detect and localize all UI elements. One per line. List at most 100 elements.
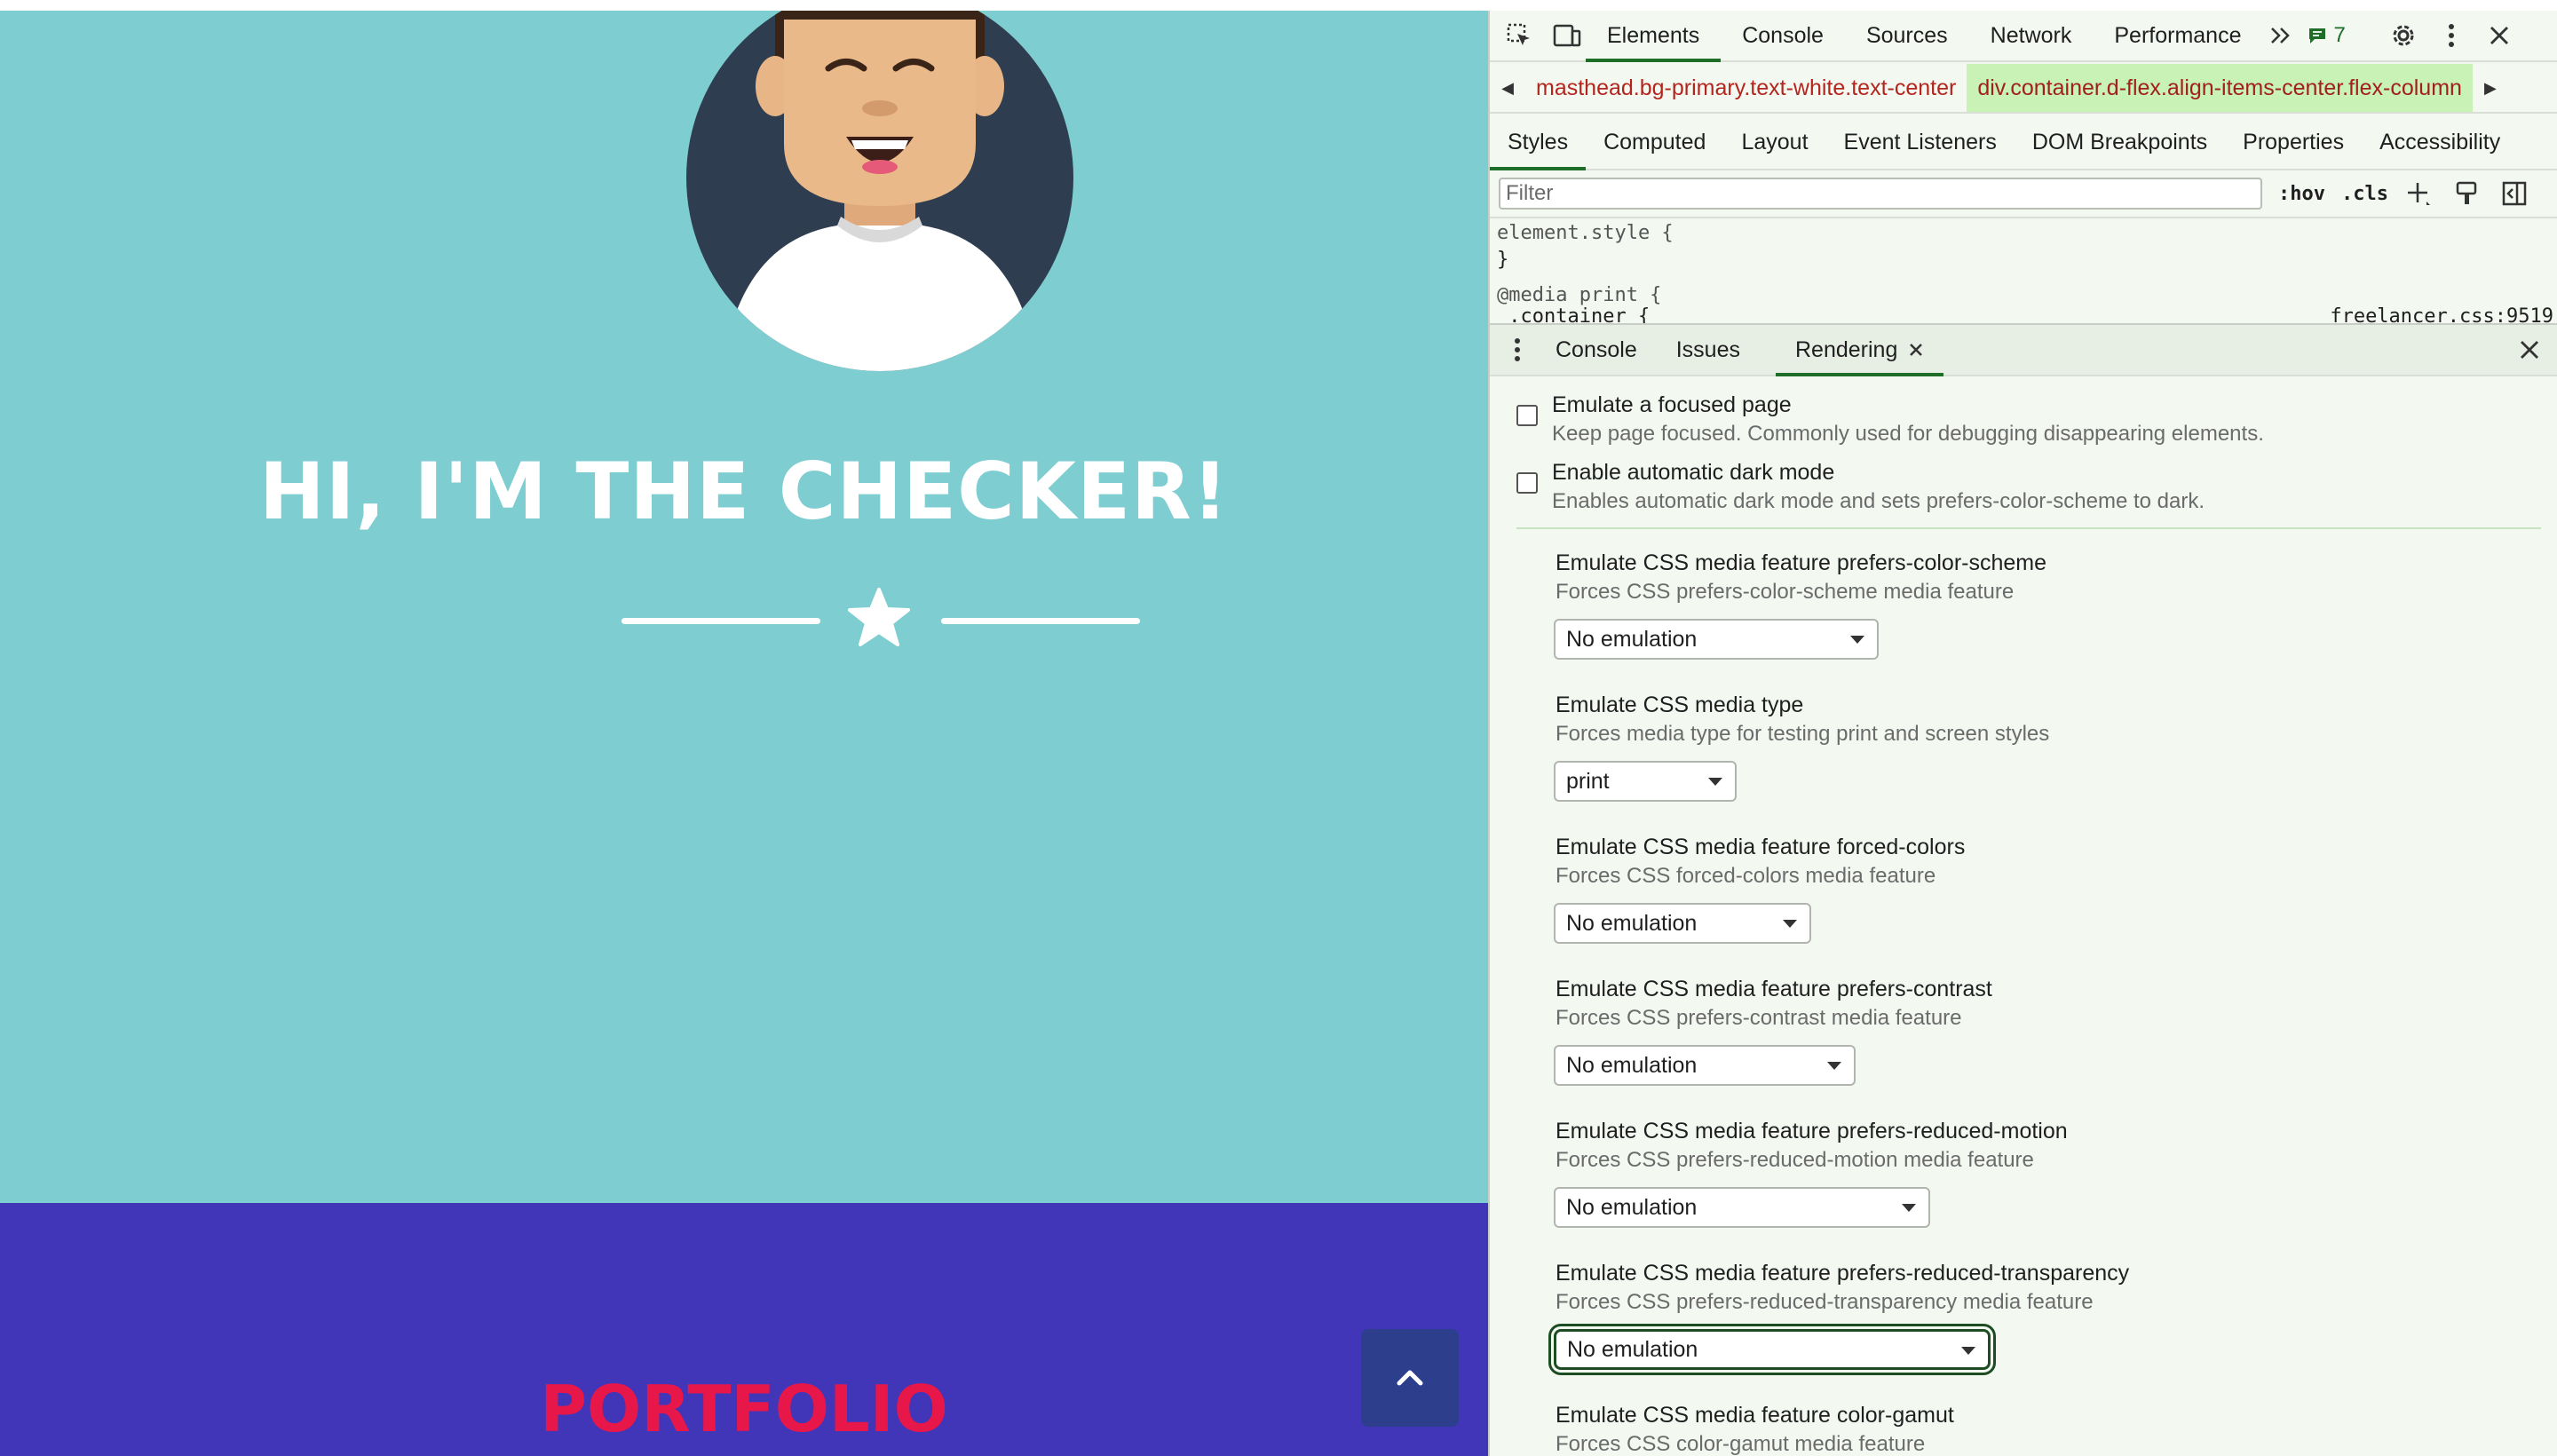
drawer-tab-rendering-label: Rendering [1795, 336, 1898, 362]
tab-performance[interactable]: Performance [2093, 11, 2262, 60]
emulation-color-scheme: Emulate CSS media feature prefers-color-… [1556, 550, 2046, 605]
option-description: Forces CSS prefers-reduced-transparency … [1556, 1290, 2094, 1314]
breadcrumb-scroll-right-icon[interactable]: ▶ [2473, 64, 2508, 112]
forced-colors-select[interactable]: No emulation [1554, 903, 1811, 944]
chevron-down-icon [1783, 920, 1797, 928]
emulation-forced-colors: Emulate CSS media feature forced-colors … [1556, 835, 1965, 889]
settings-gear-icon[interactable] [2385, 17, 2422, 54]
option-title: Emulate CSS media feature color-gamut [1556, 1403, 1954, 1428]
emulation-prefers-contrast: Emulate CSS media feature prefers-contra… [1556, 977, 1992, 1031]
breadcrumb-item-selected[interactable]: div.container.d-flex.align-items-center.… [1967, 64, 2473, 112]
elements-subtabs: Styles Computed Layout Event Listeners D… [1490, 115, 2557, 170]
styles-pane: element.style { } @media print { .contai… [1490, 217, 2557, 325]
tab-console[interactable]: Console [1721, 11, 1845, 60]
option-title: Enable automatic dark mode [1552, 460, 1835, 485]
inspect-element-icon[interactable] [1500, 17, 1538, 54]
drawer-menu-icon[interactable] [1499, 331, 1536, 368]
css-rule-line[interactable]: element.style { [1497, 222, 1674, 244]
avatar-illustration [686, 11, 1073, 371]
option-description: Forces CSS color-gamut media feature [1556, 1432, 1926, 1456]
more-tabs-icon[interactable] [2262, 17, 2300, 54]
drawer-tab-console[interactable]: Console [1536, 325, 1657, 375]
subtab-computed[interactable]: Computed [1586, 115, 1723, 169]
css-rule-line: } [1497, 249, 1509, 271]
reduced-transparency-select[interactable]: No emulation [1548, 1324, 1996, 1375]
cls-toggle[interactable]: .cls [2341, 183, 2388, 205]
color-scheme-select[interactable]: No emulation [1554, 619, 1879, 660]
hero-title: HI, I'M THE CHECKER! [259, 446, 1229, 537]
css-rule-line: @media print { [1497, 284, 1662, 306]
styles-filter-input[interactable]: Filter [1499, 178, 2262, 210]
option-description: Forces CSS prefers-reduced-motion media … [1556, 1148, 2034, 1172]
subtab-styles[interactable]: Styles [1490, 117, 1587, 170]
chevron-down-icon [1708, 778, 1722, 786]
hov-toggle[interactable]: :hov [2278, 183, 2325, 205]
css-source-link[interactable]: freelancer.css:9519 [2330, 305, 2553, 325]
option-description: Forces CSS prefers-contrast media featur… [1556, 1006, 1962, 1030]
media-type-select[interactable]: print [1554, 761, 1737, 802]
chevron-down-icon [1961, 1347, 1975, 1355]
avatar [686, 11, 1073, 371]
option-title: Emulate CSS media feature prefers-contra… [1556, 977, 1992, 1001]
auto-dark-mode-checkbox[interactable] [1516, 472, 1538, 494]
select-value: No emulation [1566, 626, 1698, 652]
window-top-strip [0, 0, 2557, 11]
breadcrumb-item[interactable]: masthead.bg-primary.text-white.text-cent… [1525, 64, 1967, 112]
select-value: No emulation [1566, 1052, 1698, 1078]
tab-network[interactable]: Network [1969, 11, 2094, 60]
toggle-sidebar-icon[interactable] [2497, 176, 2532, 211]
chevron-up-icon [1397, 1370, 1423, 1386]
select-value: No emulation [1566, 910, 1698, 936]
close-drawer-icon[interactable] [2511, 331, 2548, 368]
paint-brush-icon[interactable] [2449, 176, 2484, 211]
option-title: Emulate CSS media feature prefers-reduce… [1556, 1261, 2130, 1286]
masthead: HI, I'M THE CHECKER! [0, 11, 1488, 1203]
more-options-icon[interactable] [2433, 17, 2470, 54]
subtab-layout[interactable]: Layout [1723, 115, 1825, 169]
tab-elements[interactable]: Elements [1586, 12, 1722, 62]
divider-line-right [941, 618, 1140, 624]
page-viewport: HI, I'M THE CHECKER! PORTFOLIO [0, 11, 1488, 1456]
auto-dark-mode-row: Enable automatic dark mode Enables autom… [1516, 460, 2205, 514]
option-description: Forces CSS forced-colors media feature [1556, 864, 1936, 888]
section-divider [1516, 527, 2541, 529]
option-description: Keep page focused. Commonly used for deb… [1552, 422, 2264, 446]
option-title: Emulate CSS media feature prefers-color-… [1556, 550, 2047, 575]
star-icon [848, 588, 910, 646]
subtab-event-listeners[interactable]: Event Listeners [1826, 115, 2015, 169]
css-rule-line[interactable]: .container { [1497, 305, 1650, 325]
option-description: Forces media type for testing print and … [1556, 722, 2050, 746]
issues-count: 7 [2333, 23, 2346, 47]
prefers-contrast-select[interactable]: No emulation [1554, 1045, 1856, 1086]
reduced-motion-select[interactable]: No emulation [1554, 1187, 1930, 1228]
rendering-panel: Emulate a focused page Keep page focused… [1490, 375, 2557, 1456]
issues-badge[interactable]: 7 [2307, 23, 2346, 48]
drawer-tab-rendering[interactable]: Rendering [1776, 327, 1944, 376]
select-value: No emulation [1567, 1336, 1698, 1362]
chevron-down-icon [1850, 636, 1864, 644]
option-description: Forces CSS prefers-color-scheme media fe… [1556, 580, 2015, 604]
option-title: Emulate CSS media feature forced-colors [1556, 835, 1966, 859]
device-toolbar-icon[interactable] [1548, 17, 1586, 54]
close-tab-icon[interactable] [1908, 342, 1924, 358]
dom-breadcrumb: ◀ masthead.bg-primary.text-white.text-ce… [1490, 64, 2557, 114]
breadcrumb-scroll-left-icon[interactable]: ◀ [1490, 64, 1525, 112]
new-style-rule-icon[interactable] [2401, 176, 2436, 211]
subtab-properties[interactable]: Properties [2225, 115, 2362, 169]
option-title: Emulate a focused page [1552, 392, 1792, 417]
devtools-panel: Elements Console Sources Network Perform… [1488, 11, 2557, 1456]
scroll-to-top-button[interactable] [1361, 1329, 1459, 1427]
emulate-focused-page-checkbox[interactable] [1516, 405, 1538, 426]
subtab-accessibility[interactable]: Accessibility [2362, 115, 2518, 169]
close-devtools-icon[interactable] [2481, 17, 2518, 54]
tab-sources[interactable]: Sources [1845, 11, 1969, 60]
star-divider [0, 586, 1488, 657]
drawer-tab-issues[interactable]: Issues [1657, 325, 1760, 375]
divider-line-left [621, 618, 820, 624]
chevron-down-icon [1827, 1062, 1841, 1070]
emulation-reduced-motion: Emulate CSS media feature prefers-reduce… [1556, 1119, 2068, 1173]
select-value: No emulation [1566, 1194, 1698, 1220]
portfolio-title: PORTFOLIO [540, 1372, 948, 1446]
emulate-focused-page-row: Emulate a focused page Keep page focused… [1516, 392, 2264, 447]
subtab-dom-breakpoints[interactable]: DOM Breakpoints [2015, 115, 2225, 169]
